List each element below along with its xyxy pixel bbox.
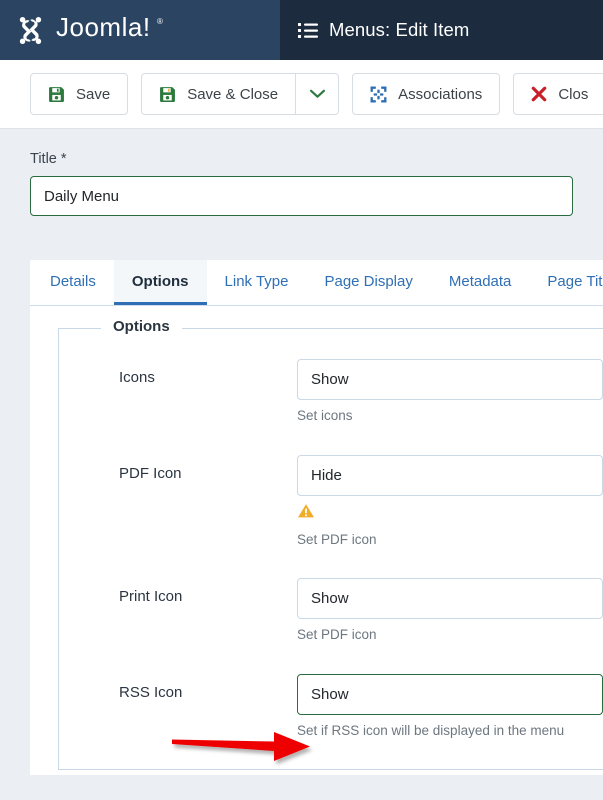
field-desc-rss-icon: Set if RSS icon will be displayed in the… bbox=[297, 722, 565, 738]
field-row-print-icon: Print Icon Show Set PDF icon bbox=[59, 548, 603, 644]
close-button[interactable]: Clos bbox=[513, 73, 603, 115]
page-root: Joomla! ® Menus: Edit Item Save Save & C… bbox=[0, 0, 603, 800]
associations-button[interactable]: Associations bbox=[352, 73, 501, 115]
app-header: Joomla! ® Menus: Edit Item bbox=[0, 0, 603, 60]
tab-options[interactable]: Options bbox=[113, 260, 207, 305]
associations-icon bbox=[370, 86, 387, 103]
tab-metadata[interactable]: Metadata bbox=[431, 260, 530, 305]
title-field-label: Title * bbox=[30, 151, 67, 167]
chevron-down-icon bbox=[309, 89, 325, 99]
tab-details[interactable]: Details bbox=[32, 260, 114, 305]
save-and-close-button-label: Save & Close bbox=[187, 85, 279, 103]
tab-page-title[interactable]: Page Titl bbox=[529, 260, 603, 305]
floppy-disk-icon bbox=[159, 86, 176, 103]
save-button[interactable]: Save bbox=[30, 73, 129, 115]
field-label-print-icon: Print Icon bbox=[119, 588, 183, 606]
options-tab-panel: Options Icons Show Set icons PDF Icon Hi… bbox=[30, 305, 603, 775]
content-area: Title * Daily Menu Details Options Link … bbox=[0, 129, 603, 775]
field-label-pdf-icon: PDF Icon bbox=[119, 464, 182, 482]
field-control-icons: Show Set icons bbox=[297, 359, 603, 425]
field-label-rss-icon: RSS Icon bbox=[119, 683, 183, 701]
joomla-logo-icon bbox=[14, 14, 47, 47]
tab-link-type[interactable]: Link Type bbox=[207, 260, 307, 305]
pdf-icon-select[interactable]: Hide bbox=[297, 454, 603, 496]
save-and-close-button[interactable]: Save & Close bbox=[141, 73, 296, 115]
field-row-rss-icon: RSS Icon Show Set if RSS icon will be di… bbox=[59, 644, 603, 740]
field-control-rss-icon: Show Set if RSS icon will be displayed i… bbox=[297, 673, 603, 740]
field-control-print-icon: Show Set PDF icon bbox=[297, 578, 603, 644]
associations-button-label: Associations bbox=[398, 85, 483, 103]
floppy-disk-icon bbox=[48, 86, 65, 103]
save-button-label: Save bbox=[76, 85, 111, 103]
field-desc-pdf-icon: Set PDF icon bbox=[297, 531, 377, 547]
title-input[interactable]: Daily Menu bbox=[30, 176, 573, 216]
print-icon-select[interactable]: Show bbox=[297, 578, 603, 620]
field-label-icons: Icons bbox=[119, 369, 155, 386]
save-close-button-group: Save & Close bbox=[141, 73, 340, 115]
rss-icon-select[interactable]: Show bbox=[297, 673, 603, 715]
list-icon bbox=[298, 22, 318, 39]
close-button-label: Clos bbox=[558, 85, 589, 103]
tabs-wrapper: Details Options Link Type Page Display M… bbox=[0, 260, 603, 305]
title-field-block: Title * Daily Menu bbox=[0, 151, 603, 216]
field-desc-icons: Set icons bbox=[297, 408, 353, 423]
warning-triangle-icon bbox=[297, 503, 603, 524]
tab-page-display[interactable]: Page Display bbox=[306, 260, 430, 305]
svg-text:®: ® bbox=[157, 17, 163, 26]
page-title: Menus: Edit Item bbox=[329, 19, 470, 40]
save-dropdown-toggle[interactable] bbox=[295, 73, 340, 115]
close-x-icon bbox=[531, 86, 547, 102]
field-control-pdf-icon: Hide Set PDF icon bbox=[297, 454, 603, 549]
brand-wordmark: Joomla! ® bbox=[56, 12, 216, 48]
tab-bar: Details Options Link Type Page Display M… bbox=[30, 260, 603, 305]
field-row-icons: Icons Show Set icons bbox=[59, 329, 603, 425]
page-title-area: Menus: Edit Item bbox=[280, 0, 603, 60]
brand-area[interactable]: Joomla! ® bbox=[0, 0, 280, 60]
toolbar: Save Save & Close Associations Clos bbox=[0, 60, 603, 129]
field-desc-print-icon: Set PDF icon bbox=[297, 627, 377, 643]
field-row-pdf-icon: PDF Icon Hide Set PDF icon bbox=[59, 425, 603, 549]
options-fieldset: Options Icons Show Set icons PDF Icon Hi… bbox=[58, 318, 603, 771]
icons-select[interactable]: Show bbox=[297, 359, 603, 400]
svg-text:Joomla!: Joomla! bbox=[56, 13, 151, 42]
